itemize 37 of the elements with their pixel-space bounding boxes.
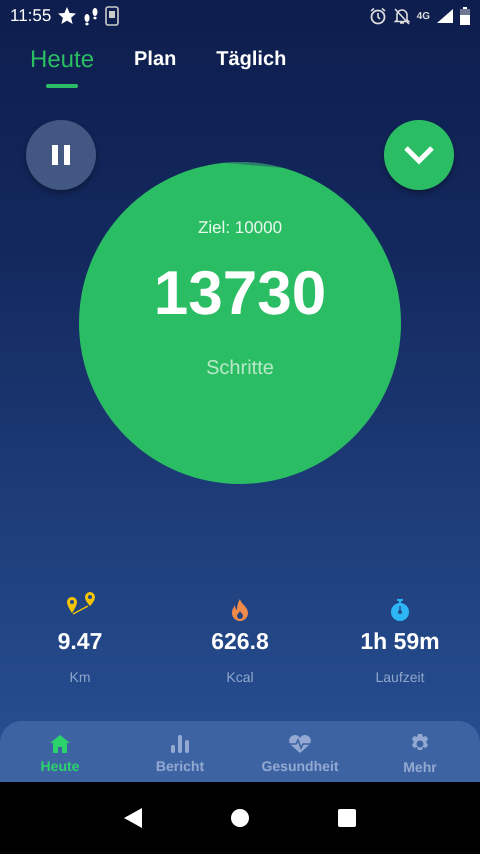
flame-icon bbox=[229, 598, 251, 622]
step-count: 13730 bbox=[154, 258, 326, 329]
bar-chart-icon bbox=[169, 734, 191, 754]
nav-item[interactable]: Mehr bbox=[360, 721, 480, 782]
nav-item[interactable]: Gesundheit bbox=[240, 721, 360, 782]
home-icon bbox=[49, 734, 71, 754]
steps-label: Schritte bbox=[206, 357, 274, 380]
stat-unit: Km bbox=[70, 669, 90, 685]
status-time: 11:55 bbox=[10, 6, 52, 26]
tab[interactable]: Heute bbox=[30, 32, 94, 92]
stat-value: 626.8 bbox=[211, 628, 269, 655]
recents-icon[interactable] bbox=[338, 809, 356, 827]
tab[interactable]: Täglich bbox=[216, 32, 286, 92]
heart-pulse-icon bbox=[288, 734, 312, 754]
signal-icon bbox=[436, 8, 454, 24]
chevron-down-icon bbox=[403, 145, 435, 165]
nav-item[interactable]: Bericht bbox=[120, 721, 240, 782]
stat-unit: Laufzeit bbox=[375, 669, 425, 685]
stat-value: 1h 59m bbox=[360, 628, 440, 655]
home-circle-icon[interactable] bbox=[230, 809, 249, 827]
tab[interactable]: Plan bbox=[134, 32, 176, 92]
back-icon[interactable] bbox=[124, 808, 142, 828]
network-type: 4G bbox=[416, 10, 430, 22]
pause-icon bbox=[52, 145, 70, 165]
footprints-icon bbox=[83, 6, 100, 26]
alarm-icon bbox=[368, 7, 387, 25]
tab-indicator bbox=[46, 84, 78, 88]
phone-icon bbox=[105, 6, 120, 26]
star-icon bbox=[57, 6, 78, 26]
nav-item[interactable]: Heute bbox=[0, 721, 120, 782]
bell-off-icon bbox=[392, 7, 411, 25]
stopwatch-icon bbox=[389, 598, 411, 622]
expand-button[interactable] bbox=[384, 120, 454, 190]
battery-icon bbox=[460, 7, 470, 25]
step-goal: Ziel: 10000 bbox=[198, 218, 282, 238]
stat-value: 9.47 bbox=[58, 628, 102, 655]
stat-unit: Kcal bbox=[226, 669, 254, 685]
